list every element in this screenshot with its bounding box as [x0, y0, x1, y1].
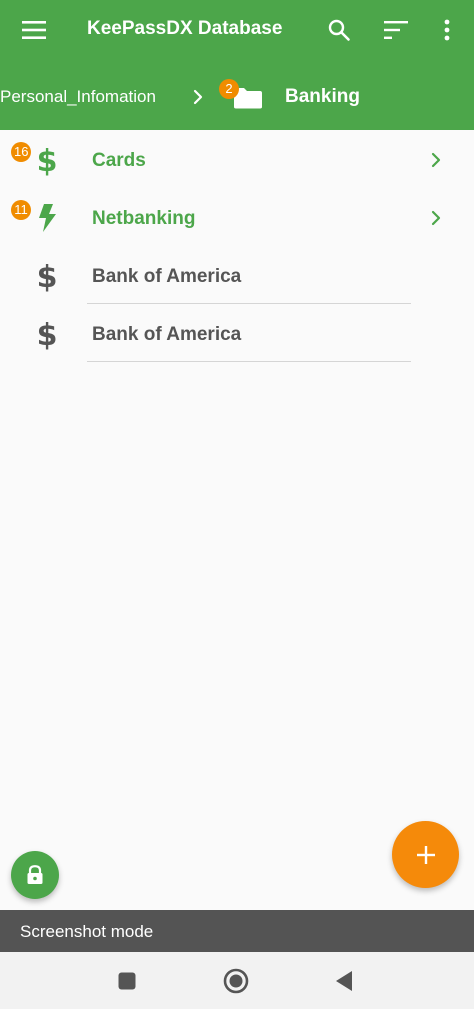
sort-icon[interactable] [380, 14, 412, 46]
snackbar: Screenshot mode [0, 910, 474, 952]
square-icon[interactable] [112, 966, 142, 996]
lock-button[interactable] [11, 851, 59, 899]
breadcrumb-parent-group[interactable]: Personal_Infomation [0, 87, 174, 107]
list-item-label: Bank of America [92, 324, 242, 345]
breadcrumb-group-count-badge: 2 [219, 79, 239, 99]
list-item-label: Netbanking [92, 208, 196, 229]
circle-icon[interactable] [221, 966, 251, 996]
hamburger-menu-icon[interactable] [18, 14, 50, 46]
add-button[interactable] [392, 821, 459, 888]
svg-text:$: $ [37, 260, 58, 292]
system-navigation-bar [0, 952, 474, 1009]
list-item[interactable]: $ Bank of America [0, 247, 474, 305]
toolbar: KeePassDX Database [0, 0, 474, 62]
list-item[interactable]: $ 16 Cards [0, 131, 474, 189]
list-item[interactable]: 11 Netbanking [0, 189, 474, 247]
list-item-label: Cards [92, 150, 146, 171]
breadcrumb: Personal_Infomation 2 Banking [0, 68, 474, 128]
plus-icon [416, 845, 435, 864]
svg-text:$: $ [37, 318, 58, 350]
dollar-icon: $ [30, 317, 64, 351]
chevron-right-icon [188, 86, 208, 108]
lock-icon [27, 865, 43, 884]
app-root: KeePassDX Database Personal_Infomation 2… [0, 0, 474, 1009]
list-item[interactable]: $ Bank of America [0, 305, 474, 363]
chevron-right-icon [430, 207, 450, 229]
group-count-badge: 11 [11, 200, 31, 220]
breadcrumb-current-group: Banking [285, 86, 360, 107]
chevron-right-icon [430, 149, 450, 171]
group-count-badge: 16 [11, 142, 32, 162]
dollar-icon: $ [30, 259, 64, 293]
app-title: KeePassDX Database [87, 18, 283, 39]
search-icon[interactable] [323, 14, 355, 46]
triangle-back-icon[interactable] [329, 966, 359, 996]
divider [87, 361, 411, 362]
lightning-bolt-icon [30, 201, 64, 235]
svg-text:$: $ [37, 144, 58, 176]
dollar-icon: $ [30, 143, 64, 177]
more-vert-icon[interactable] [431, 14, 463, 46]
list-item-label: Bank of America [92, 266, 242, 287]
app-bar: KeePassDX Database Personal_Infomation 2… [0, 0, 474, 130]
snackbar-text: Screenshot mode [20, 922, 154, 941]
divider [87, 303, 411, 304]
